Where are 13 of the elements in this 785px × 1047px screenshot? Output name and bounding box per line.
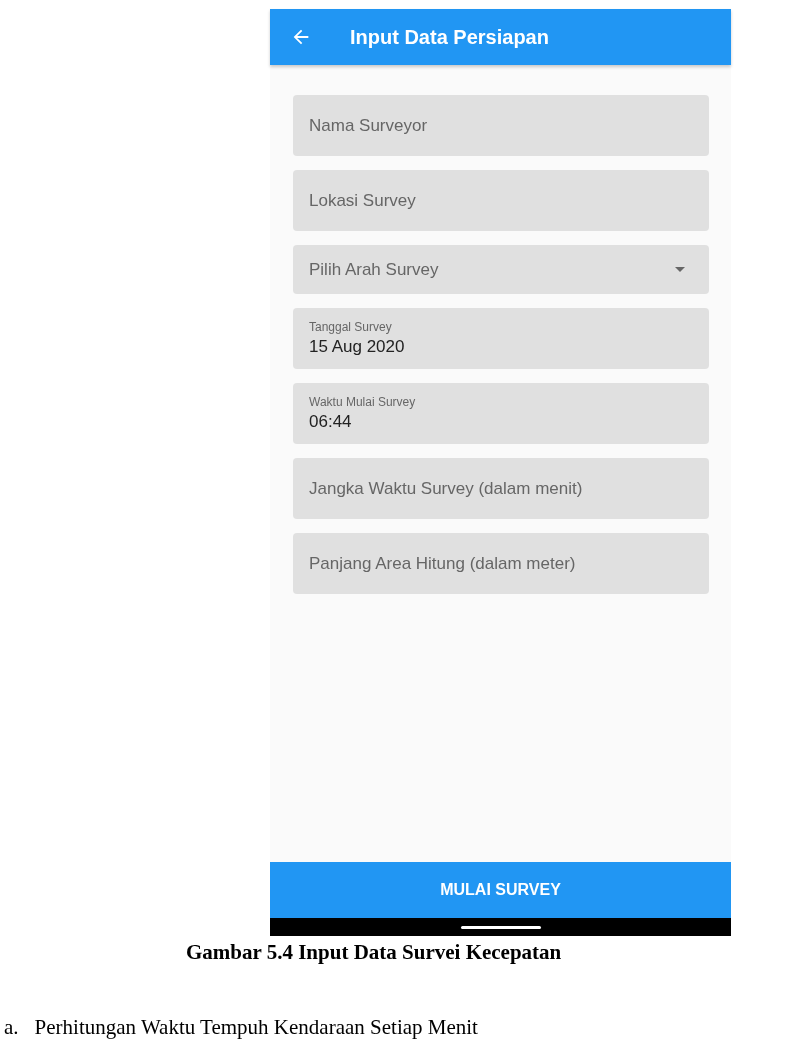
screen-title: Input Data Persiapan	[350, 25, 549, 49]
list-marker: a.	[4, 1015, 19, 1040]
section-heading: Perhitungan Waktu Tempuh Kendaraan Setiap Menit	[34, 1015, 478, 1040]
dropdown-caret-icon	[675, 267, 685, 272]
text-field[interactable]: Nama Surveyor	[293, 95, 709, 156]
input-field[interactable]: Waktu Mulai Survey 06:44	[293, 383, 709, 444]
text-field[interactable]: Jangka Waktu Survey (dalam menit)	[293, 458, 709, 519]
dropdown-field[interactable]: Pilih Arah Survey	[293, 245, 709, 294]
input-field[interactable]: Tanggal Survey 15 Aug 2020	[293, 308, 709, 369]
home-handle-icon[interactable]	[460, 925, 541, 929]
text-field[interactable]: Lokasi Survey	[293, 170, 709, 231]
text-field[interactable]: Panjang Area Hitung (dalam meter)	[293, 533, 709, 594]
figure-caption: Gambar 5.4 Input Data Survei Kecepatan	[186, 940, 563, 965]
